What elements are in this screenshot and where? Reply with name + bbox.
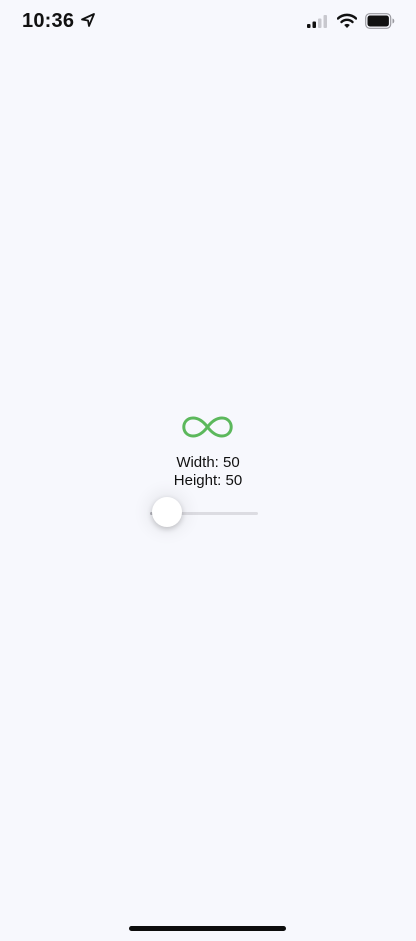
- infinity-icon: [182, 416, 233, 438]
- size-slider[interactable]: [150, 496, 262, 530]
- battery-icon: [365, 13, 395, 29]
- status-time: 10:36: [22, 10, 75, 32]
- width-label: Width: 50: [176, 454, 240, 471]
- cellular-signal-icon: [307, 15, 327, 28]
- wifi-icon: [337, 13, 357, 28]
- location-arrow-icon: [81, 13, 95, 27]
- status-bar: 10:36: [0, 0, 416, 44]
- height-label: Height: 50: [173, 472, 243, 489]
- slider-thumb[interactable]: [152, 497, 182, 527]
- home-indicator: [129, 926, 286, 931]
